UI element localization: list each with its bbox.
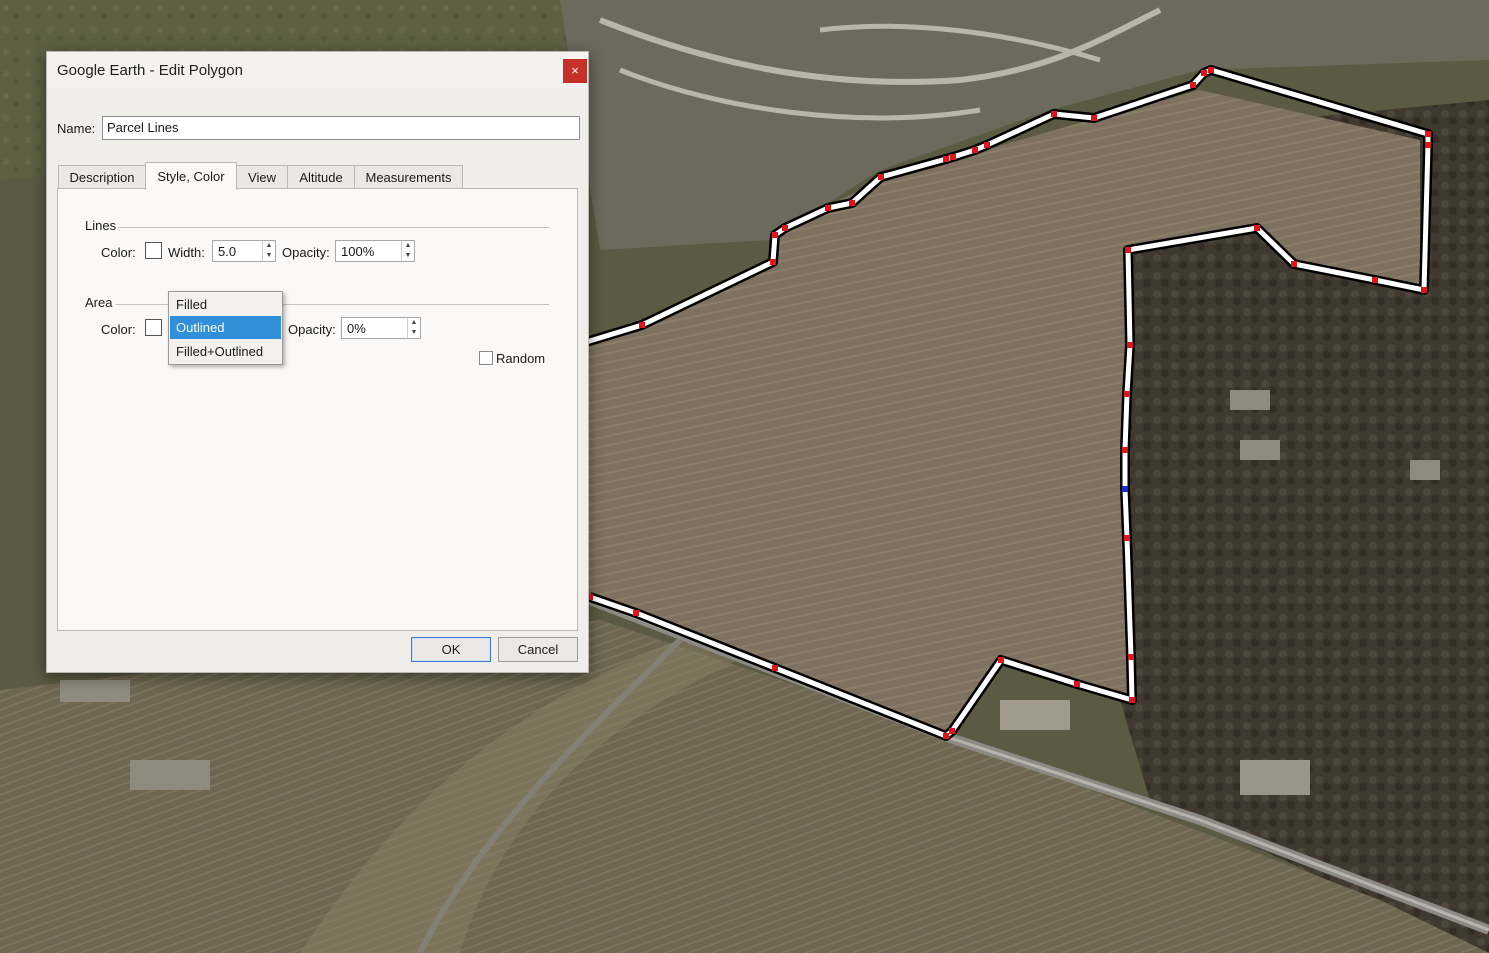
lines-opacity-value: 100%	[341, 244, 375, 259]
close-icon: ×	[571, 63, 579, 78]
area-group-label: Area	[85, 295, 113, 310]
name-label: Name:	[57, 121, 96, 136]
polygon-vertex[interactable]	[1125, 247, 1131, 253]
spin-down-icon[interactable]: ▼	[263, 251, 275, 261]
name-input[interactable]: Parcel Lines	[102, 116, 580, 140]
name-input-value: Parcel Lines	[107, 120, 179, 135]
polygon-vertex[interactable]	[1421, 287, 1427, 293]
polygon-vertex[interactable]	[772, 232, 778, 238]
cancel-button[interactable]: Cancel	[498, 637, 578, 662]
polygon-vertex[interactable]	[770, 259, 776, 265]
area-opacity-spinner[interactable]: 0% ▲ ▼	[341, 317, 421, 339]
spin-up-icon[interactable]: ▲	[263, 241, 275, 251]
tab-style-color[interactable]: Style, Color	[145, 162, 237, 190]
polygon-vertex[interactable]	[1425, 131, 1431, 137]
polygon-vertex[interactable]	[1051, 111, 1057, 117]
style-color-panel: Lines Color: Width: 5.0 ▲ ▼ Opacity: 100…	[57, 188, 578, 631]
polygon-vertex[interactable]	[849, 200, 855, 206]
tab-measurements[interactable]: Measurements	[354, 165, 463, 189]
lines-width-spinner[interactable]: 5.0 ▲ ▼	[212, 240, 276, 262]
spin-up-icon[interactable]: ▲	[408, 318, 420, 328]
selected-polygon-vertex[interactable]	[1122, 486, 1128, 492]
polygon-vertex[interactable]	[1372, 277, 1378, 283]
lines-group-divider	[118, 227, 549, 228]
area-color-swatch[interactable]	[145, 319, 162, 336]
spin-down-icon[interactable]: ▼	[402, 251, 414, 261]
polygon-vertex[interactable]	[782, 225, 788, 231]
random-checkbox[interactable]	[479, 351, 493, 365]
lines-opacity-spinner[interactable]: 100% ▲ ▼	[335, 240, 415, 262]
polygon-vertex[interactable]	[1091, 115, 1097, 121]
polygon-vertex[interactable]	[943, 733, 949, 739]
polygon-vertex[interactable]	[1128, 654, 1134, 660]
tab-measurements-label: Measurements	[365, 170, 452, 185]
polygon-vertex[interactable]	[633, 610, 639, 616]
polygon-vertex[interactable]	[639, 322, 645, 328]
polygon-vertex[interactable]	[1124, 535, 1130, 541]
area-opacity-label: Opacity:	[288, 322, 336, 337]
polygon-vertex[interactable]	[1127, 342, 1133, 348]
spin-down-icon[interactable]: ▼	[408, 328, 420, 338]
polygon-vertex[interactable]	[1254, 225, 1260, 231]
lines-width-label: Width:	[168, 245, 205, 260]
dialog-title: Google Earth - Edit Polygon	[57, 62, 243, 79]
polygon-vertex[interactable]	[1425, 142, 1431, 148]
tab-altitude-label: Altitude	[299, 170, 343, 185]
dropdown-option-outlined[interactable]: Outlined	[170, 316, 281, 339]
polygon-vertex[interactable]	[1074, 681, 1080, 687]
area-draw-mode-dropdown[interactable]: Filled Outlined Filled+Outlined	[168, 291, 283, 365]
ok-button-label: OK	[441, 642, 461, 657]
spin-up-icon[interactable]: ▲	[402, 241, 414, 251]
ok-button[interactable]: OK	[411, 637, 491, 662]
polygon-vertex[interactable]	[1291, 261, 1297, 267]
polygon-vertex[interactable]	[1190, 82, 1196, 88]
tab-style-color-label: Style, Color	[157, 169, 225, 184]
dropdown-option-filled-outlined[interactable]: Filled+Outlined	[170, 340, 281, 363]
dialog-titlebar[interactable]: Google Earth - Edit Polygon ×	[47, 52, 588, 88]
lines-width-value: 5.0	[218, 244, 237, 259]
cancel-button-label: Cancel	[517, 642, 559, 657]
lines-group-label: Lines	[85, 218, 117, 233]
random-label: Random	[496, 351, 546, 366]
lines-opacity-label: Opacity:	[282, 245, 330, 260]
tab-view[interactable]: View	[236, 165, 288, 189]
polygon-vertex[interactable]	[1122, 447, 1128, 453]
polygon-vertex[interactable]	[1208, 67, 1214, 73]
dropdown-option-filled[interactable]: Filled	[170, 293, 281, 316]
tab-description-label: Description	[69, 170, 135, 185]
tab-altitude[interactable]: Altitude	[287, 165, 355, 189]
polygon-vertex[interactable]	[825, 205, 831, 211]
area-opacity-value: 0%	[347, 321, 366, 336]
polygon-vertex[interactable]	[949, 728, 955, 734]
polygon-vertex[interactable]	[972, 147, 978, 153]
edit-polygon-dialog: Google Earth - Edit Polygon × Name: Parc…	[46, 51, 589, 673]
lines-color-label: Color:	[101, 245, 136, 260]
polygon-vertex[interactable]	[984, 142, 990, 148]
polygon-vertex[interactable]	[950, 154, 956, 160]
tab-view-label: View	[248, 170, 276, 185]
polygon-vertex[interactable]	[772, 665, 778, 671]
polygon-vertex[interactable]	[878, 174, 884, 180]
polygon-vertex[interactable]	[1201, 70, 1207, 76]
close-button[interactable]: ×	[563, 59, 587, 83]
polygon-vertex[interactable]	[998, 657, 1004, 663]
polygon-vertex[interactable]	[1129, 697, 1135, 703]
polygon-vertex[interactable]	[1124, 391, 1130, 397]
area-color-label: Color:	[101, 322, 136, 337]
tab-description[interactable]: Description	[58, 165, 146, 189]
lines-color-swatch[interactable]	[145, 242, 162, 259]
polygon-vertex[interactable]	[943, 156, 949, 162]
